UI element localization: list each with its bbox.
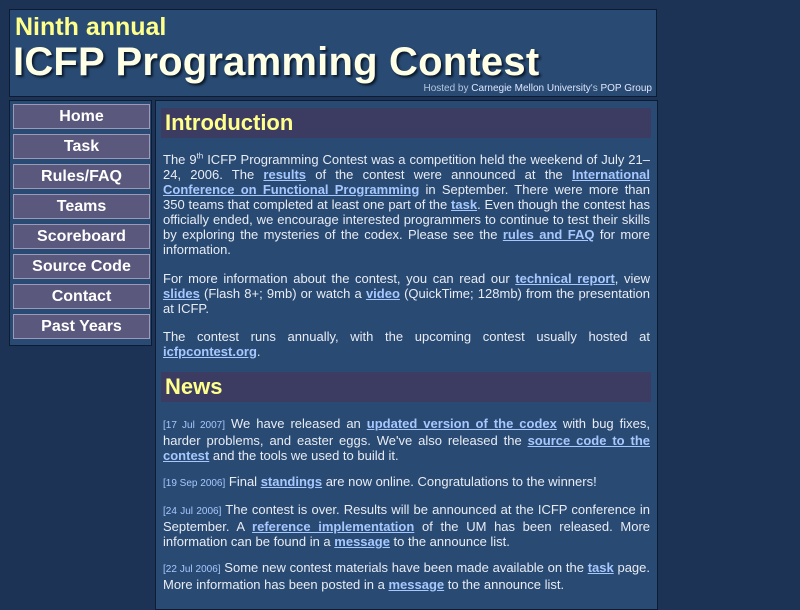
intro-heading: Introduction <box>161 108 651 138</box>
nav-home[interactable]: Home <box>13 104 150 129</box>
news-item: [22 Jul 2006] Some new contest materials… <box>163 560 650 592</box>
text: The contest runs annually, with the upco… <box>163 329 650 344</box>
nav-rules-faq[interactable]: Rules/FAQ <box>13 164 150 189</box>
icfpcontest-link[interactable]: icfpcontest.org <box>163 344 257 359</box>
text: to the announce list. <box>444 577 565 592</box>
nav-task[interactable]: Task <box>13 134 150 159</box>
nav-scoreboard[interactable]: Scoreboard <box>13 224 150 249</box>
main-content: Introduction The 9th ICFP Programming Co… <box>155 100 658 610</box>
site-header: Ninth annual ICFP Programming Contest Ho… <box>9 9 657 97</box>
news-item: [24 Jul 2006] The contest is over. Resul… <box>163 502 650 549</box>
slides-link[interactable]: slides <box>163 286 200 301</box>
message-link[interactable]: message <box>334 534 390 549</box>
news-item: [19 Sep 2006] Final standings are now on… <box>163 474 650 491</box>
message-link[interactable]: message <box>388 577 444 592</box>
text: For more information about the contest, … <box>163 271 516 286</box>
updated-codex-link[interactable]: updated version of the codex <box>367 416 557 431</box>
news-heading: News <box>161 372 651 402</box>
nav-teams[interactable]: Teams <box>13 194 150 219</box>
nav-source-code[interactable]: Source Code <box>13 254 150 279</box>
text: Final <box>225 474 261 489</box>
intro-paragraph-3: The contest runs annually, with the upco… <box>163 329 650 359</box>
reference-implementation-link[interactable]: reference implementation <box>252 519 414 534</box>
text: of the contest were announced at the <box>306 167 572 182</box>
hosted-by: Hosted by Carnegie Mellon University's P… <box>423 82 652 95</box>
task-page-link[interactable]: task <box>588 560 614 575</box>
intro-paragraph-2: For more information about the contest, … <box>163 271 650 316</box>
hosted-by-possessive: 's <box>590 83 598 94</box>
page-title: ICFP Programming Contest <box>13 40 540 84</box>
intro-paragraph-1: The 9th ICFP Programming Contest was a c… <box>163 152 650 257</box>
rules-faq-link[interactable]: rules and FAQ <box>503 227 595 242</box>
news-date: [19 Sep 2006] <box>163 478 226 489</box>
nav-past-years[interactable]: Past Years <box>13 314 150 339</box>
text: , view <box>614 271 650 286</box>
results-link[interactable]: results <box>263 167 306 182</box>
video-link[interactable]: video <box>366 286 400 301</box>
news-date: [17 Jul 2007] <box>163 420 226 431</box>
text: to the announce list. <box>389 534 510 549</box>
cmu-link[interactable]: Carnegie Mellon University <box>471 83 591 94</box>
sidebar-nav: Home Task Rules/FAQ Teams Scoreboard Sou… <box>9 100 152 346</box>
text: The 9 <box>163 152 197 167</box>
pop-group-link[interactable]: POP Group <box>600 83 652 94</box>
task-link[interactable]: task <box>451 197 477 212</box>
nav-contact[interactable]: Contact <box>13 284 150 309</box>
header-subtitle: Ninth annual <box>15 13 167 41</box>
news-date: [22 Jul 2006] <box>163 564 221 575</box>
text: are now online. Congratulations to the w… <box>322 474 597 489</box>
news-item: [17 Jul 2007] We have released an update… <box>163 416 650 463</box>
text: Some new contest materials have been mad… <box>220 560 588 575</box>
standings-link[interactable]: standings <box>261 474 322 489</box>
text: (Flash 8+; 9mb) or watch a <box>199 286 366 301</box>
text: We have released an <box>225 416 367 431</box>
hosted-by-prefix: Hosted by <box>423 83 469 94</box>
technical-report-link[interactable]: technical report <box>515 271 615 286</box>
news-date: [24 Jul 2006] <box>163 506 222 517</box>
text: . <box>256 344 261 359</box>
text: and the tools we used to build it. <box>209 448 399 463</box>
